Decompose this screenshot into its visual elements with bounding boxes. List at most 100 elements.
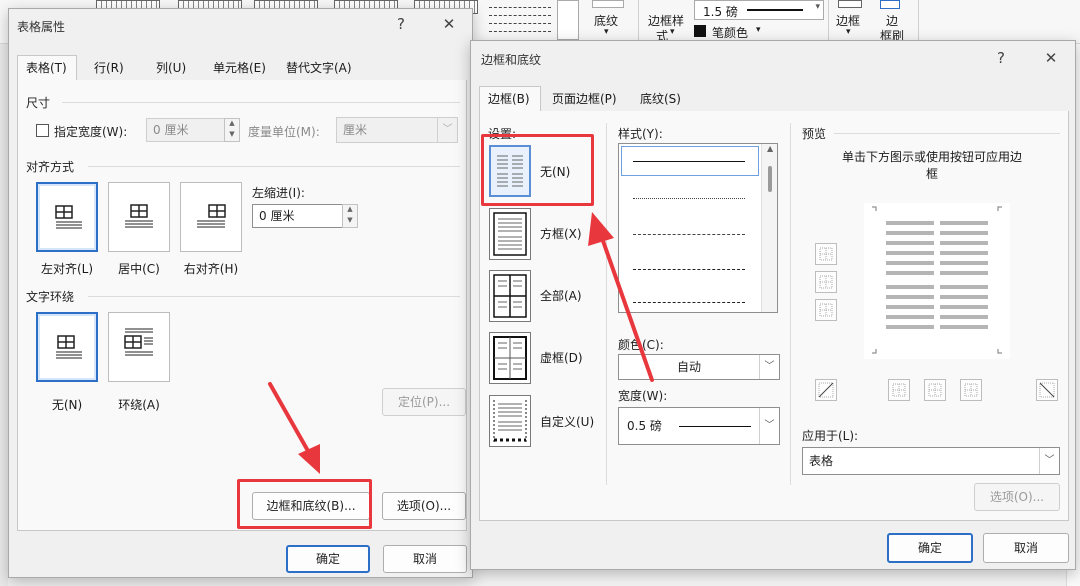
apply-to-combo[interactable]: 表格 ﹀ bbox=[802, 447, 1060, 475]
chevron-down-icon: ﹀ bbox=[759, 408, 779, 444]
size-group-label: 尺寸 bbox=[26, 96, 51, 110]
border-width-combo[interactable]: 0.5 磅 ﹀ bbox=[618, 407, 780, 445]
borders-options-button[interactable]: 选项(O)... bbox=[974, 483, 1060, 511]
width-spinner[interactable]: ▲ ▼ bbox=[224, 118, 240, 142]
tab-page-border[interactable]: 页面边框(P) bbox=[543, 86, 626, 112]
diagonal-down-border-button[interactable] bbox=[815, 379, 837, 401]
preferred-width-checkbox[interactable] bbox=[36, 124, 49, 137]
positioning-button[interactable]: 定位(P)... bbox=[382, 388, 466, 416]
document-edge-left bbox=[0, 44, 8, 586]
setting-custom-label: 自定义(U) bbox=[540, 415, 595, 429]
indent-spinner[interactable]: ▲ ▼ bbox=[342, 204, 358, 228]
diagonal-up-border-button[interactable] bbox=[1036, 379, 1058, 401]
cancel-button[interactable]: 取消 bbox=[383, 545, 467, 573]
preferred-width-label: 指定宽度(W): bbox=[54, 125, 128, 139]
setting-custom-option[interactable] bbox=[489, 395, 531, 447]
preview-area[interactable] bbox=[864, 203, 1010, 359]
help-icon[interactable]: ? bbox=[391, 15, 411, 33]
setting-box-option[interactable] bbox=[489, 208, 531, 260]
cancel-button[interactable]: 取消 bbox=[983, 533, 1069, 563]
diagonal-down-icon bbox=[1039, 382, 1055, 398]
wrap-none-option[interactable] bbox=[36, 312, 98, 382]
wrapping-group-label: 文字环绕 bbox=[26, 290, 75, 304]
setting-box-icon bbox=[493, 212, 527, 256]
top-border-icon bbox=[819, 247, 833, 261]
table-tab-panel: 尺寸 指定宽度(W): 0 厘米 ▲▼ 度量单位(M): 厘米 ﹀ 对齐方式 bbox=[17, 80, 467, 531]
wrap-around-option[interactable] bbox=[108, 312, 170, 382]
inside-vertical-border-button[interactable] bbox=[924, 379, 946, 401]
preferred-width-input[interactable]: 0 厘米 bbox=[146, 118, 226, 142]
chevron-down-icon: ﹀ bbox=[437, 118, 457, 142]
chevron-down-icon[interactable]: ▾ bbox=[604, 27, 609, 37]
ribbon-scroll-icon[interactable] bbox=[557, 0, 579, 40]
dialog-title: 边框和底纹 bbox=[481, 53, 542, 67]
tab-alt-text[interactable]: 替代文字(A) bbox=[277, 55, 361, 81]
style-solid[interactable] bbox=[633, 161, 745, 162]
wrap-none-label: 无(N) bbox=[51, 398, 83, 412]
bottom-border-icon bbox=[819, 303, 833, 317]
right-border-icon bbox=[964, 383, 978, 397]
chevron-down-icon[interactable]: ▾ bbox=[670, 27, 675, 37]
color-value: 自动 bbox=[677, 360, 702, 374]
wrap-none-icon bbox=[56, 335, 82, 359]
setting-all-option[interactable] bbox=[489, 270, 531, 322]
close-icon[interactable]: ✕ bbox=[1041, 49, 1061, 67]
style-dotted[interactable] bbox=[633, 198, 745, 199]
tab-row[interactable]: 行(R) bbox=[85, 55, 133, 81]
borders-shading-dialog: 边框和底纹 ? ✕ 边框(B) 页面边框(P) 底纹(S) 设置: 无(N) 方… bbox=[470, 40, 1076, 570]
border-style-lines-icon bbox=[485, 0, 555, 44]
chevron-down-icon: ▾ bbox=[815, 2, 820, 12]
tab-table[interactable]: 表格(T) bbox=[17, 55, 77, 81]
style-scrollbar[interactable]: ▲ bbox=[761, 144, 777, 312]
preview-table-icon bbox=[872, 206, 1002, 354]
ok-button[interactable]: 确定 bbox=[286, 545, 370, 573]
inside-horizontal-border-button[interactable] bbox=[815, 271, 837, 293]
left-indent-label: 左缩进(I): bbox=[252, 186, 305, 200]
left-border-button[interactable] bbox=[888, 379, 910, 401]
align-center-option[interactable] bbox=[108, 182, 170, 252]
align-right-option[interactable] bbox=[180, 182, 242, 252]
pen-weight-combo[interactable]: 1.5 磅 ▾ bbox=[694, 0, 824, 20]
width-label: 宽度(W): bbox=[618, 389, 668, 403]
tab-column[interactable]: 列(U) bbox=[147, 55, 195, 81]
bottom-border-button[interactable] bbox=[815, 299, 837, 321]
align-right-icon bbox=[197, 204, 226, 228]
inside-vertical-border-icon bbox=[928, 383, 942, 397]
preview-label: 预览 bbox=[802, 127, 827, 141]
pen-color-swatch-icon bbox=[694, 25, 706, 37]
highlight-box bbox=[481, 134, 594, 206]
align-left-option[interactable] bbox=[36, 182, 98, 252]
setting-grid-label: 虚框(D) bbox=[540, 351, 583, 365]
tab-borders[interactable]: 边框(B) bbox=[479, 86, 541, 112]
red-arrow-icon bbox=[268, 382, 320, 474]
align-left-label: 左对齐(L) bbox=[40, 262, 94, 276]
shading-swatch-icon bbox=[592, 0, 624, 8]
setting-all-label: 全部(A) bbox=[540, 289, 582, 303]
borders-grid-icon bbox=[838, 0, 862, 8]
align-center-icon bbox=[125, 204, 153, 228]
left-indent-input[interactable]: 0 厘米 bbox=[252, 204, 344, 228]
setting-custom-icon bbox=[493, 400, 527, 442]
setting-grid-option[interactable] bbox=[489, 332, 531, 384]
setting-all-icon bbox=[493, 274, 527, 318]
chevron-down-icon[interactable]: ▾ bbox=[846, 27, 851, 37]
tab-shading[interactable]: 底纹(S) bbox=[631, 86, 690, 112]
top-border-button[interactable] bbox=[815, 243, 837, 265]
pen-color-label[interactable]: 笔颜色 bbox=[712, 24, 748, 41]
width-value: 0.5 磅 bbox=[627, 419, 662, 433]
tab-cell[interactable]: 单元格(E) bbox=[204, 55, 275, 81]
pen-weight-line-icon bbox=[747, 9, 803, 11]
setting-box-label: 方框(X) bbox=[540, 227, 582, 241]
unit-combo[interactable]: 厘米 ﹀ bbox=[336, 117, 458, 143]
ok-button[interactable]: 确定 bbox=[887, 533, 973, 563]
table-options-button[interactable]: 选项(O)... bbox=[382, 492, 466, 520]
scroll-up-icon[interactable]: ▲ bbox=[767, 144, 773, 153]
close-icon[interactable]: ✕ bbox=[439, 15, 459, 33]
help-icon[interactable]: ? bbox=[991, 49, 1011, 67]
chevron-down-icon[interactable]: ▾ bbox=[756, 25, 761, 35]
right-border-button[interactable] bbox=[960, 379, 982, 401]
scroll-thumb[interactable] bbox=[768, 166, 772, 192]
highlight-box bbox=[237, 479, 372, 529]
dialog-title: 表格属性 bbox=[17, 20, 66, 34]
width-line-icon bbox=[679, 426, 751, 427]
